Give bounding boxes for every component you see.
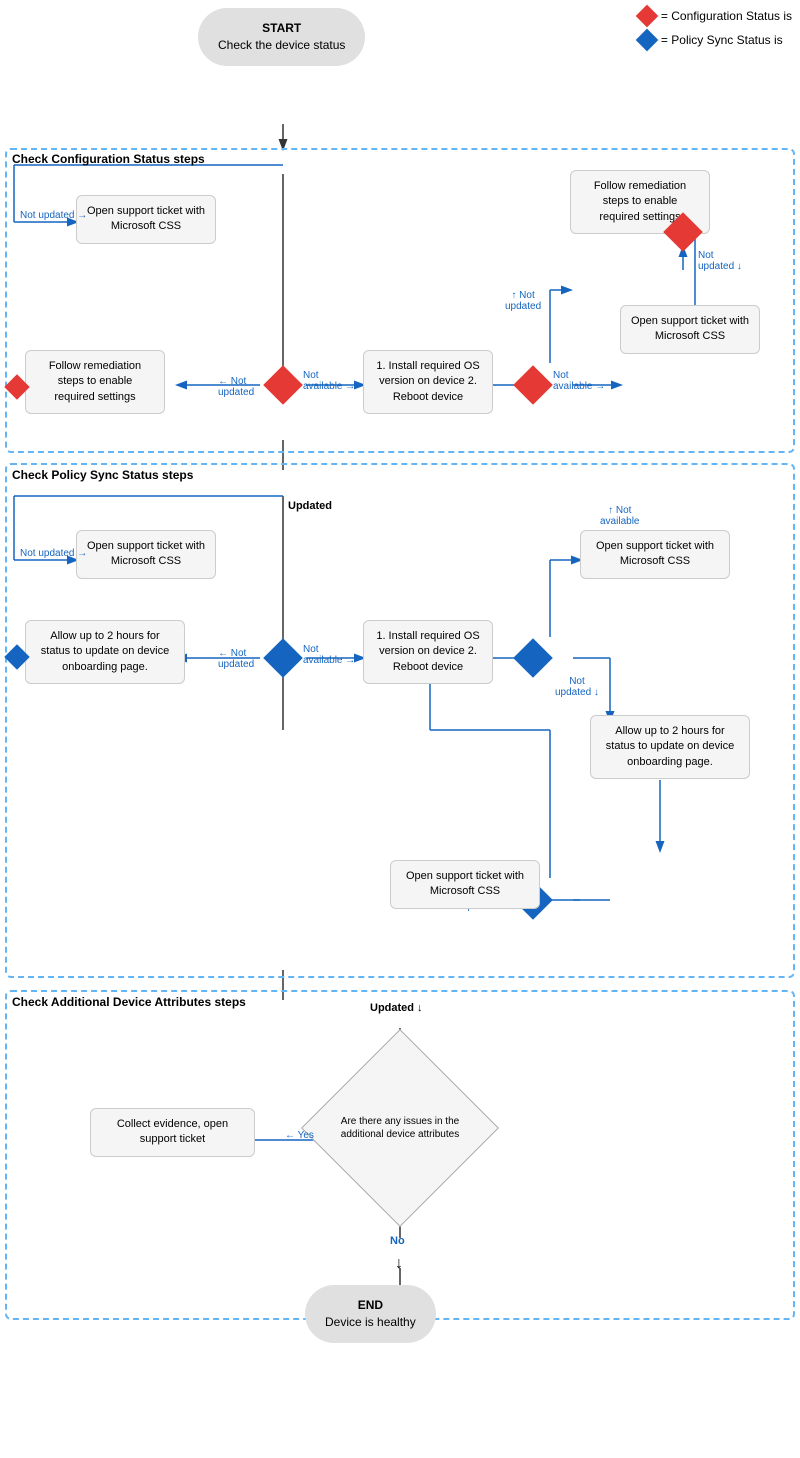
legend-config-label: = Configuration Status is	[661, 9, 792, 23]
policy-open-css-bottom: Open support ticket with Microsoft CSS	[390, 860, 540, 909]
legend: = Configuration Status is = Policy Sync …	[639, 8, 792, 48]
additional-no-label: No	[390, 1235, 405, 1247]
additional-diamond: Are there any issues in the additional d…	[330, 1058, 470, 1198]
policy-blue-diamond-main	[269, 644, 297, 672]
policy-not-updated-left-main: ← Notupdated	[218, 648, 254, 670]
config-not-updated-right: Notupdated ↓	[698, 250, 742, 272]
additional-updated-label: Updated ↓	[370, 1002, 423, 1014]
config-follow-rem-bottom-left: Follow remediation steps to enable requi…	[25, 350, 165, 414]
blue-diamond-icon	[636, 29, 659, 52]
policy-open-css-top-left: Open support ticket with Microsoft CSS	[76, 530, 216, 579]
additional-collect: Collect evidence, open support ticket	[90, 1108, 255, 1157]
config-red-diamond-main	[269, 371, 297, 399]
start-node: START Check the device status	[198, 8, 368, 66]
config-not-updated-up: ↑ Notupdated	[505, 290, 541, 312]
policy-blue-diamond-second	[519, 644, 547, 672]
start-label: START Check the device status	[198, 8, 365, 66]
policy-open-css-top-right: Open support ticket with Microsoft CSS	[580, 530, 730, 579]
config-red-diamond-left	[8, 378, 26, 396]
config-red-diamond-second	[519, 371, 547, 399]
config-open-css-bottom-right: Open support ticket with Microsoft CSS	[620, 305, 760, 354]
config-not-available-2: Notavailable →	[553, 370, 605, 392]
policy-allow-2hrs-right: Allow up to 2 hours for status to update…	[590, 715, 750, 779]
legend-config-item: = Configuration Status is	[639, 8, 792, 24]
policy-blue-diamond-left	[8, 648, 26, 666]
legend-policy-label: = Policy Sync Status is	[661, 33, 783, 47]
additional-yes-label: ← Yes	[285, 1130, 314, 1141]
config-red-diamond-top	[669, 218, 697, 246]
policy-updated-label: Updated	[288, 500, 332, 512]
policy-not-updated-right: Notupdated ↓	[555, 676, 599, 698]
config-not-updated-left-main: ← Notupdated	[218, 376, 254, 398]
policy-not-available-2: Notavailable →	[303, 644, 355, 666]
config-open-css-top-left: Open support ticket with Microsoft CSS	[76, 195, 216, 244]
policy-install-os: 1. Install required OS version on device…	[363, 620, 493, 684]
config-not-available-1: Notavailable →	[303, 370, 355, 392]
policy-not-updated-left: Not updated →	[20, 548, 87, 559]
config-section-title: Check Configuration Status steps	[12, 152, 205, 166]
end-node: END Device is healthy	[305, 1285, 495, 1343]
red-diamond-icon	[636, 5, 659, 28]
end-label: END Device is healthy	[305, 1285, 436, 1343]
additional-no-arrow: ↓	[395, 1255, 403, 1273]
legend-policy-item: = Policy Sync Status is	[639, 32, 792, 48]
config-install-os: 1. Install required OS version on device…	[363, 350, 493, 414]
policy-allow-2hrs-left: Allow up to 2 hours for status to update…	[25, 620, 185, 684]
policy-section-title: Check Policy Sync Status steps	[12, 468, 193, 482]
config-not-updated-label-1: Not updated →	[20, 210, 87, 221]
additional-section-title: Check Additional Device Attributes steps	[12, 995, 246, 1009]
policy-not-available-1: ↑ Notavailable	[600, 505, 639, 527]
